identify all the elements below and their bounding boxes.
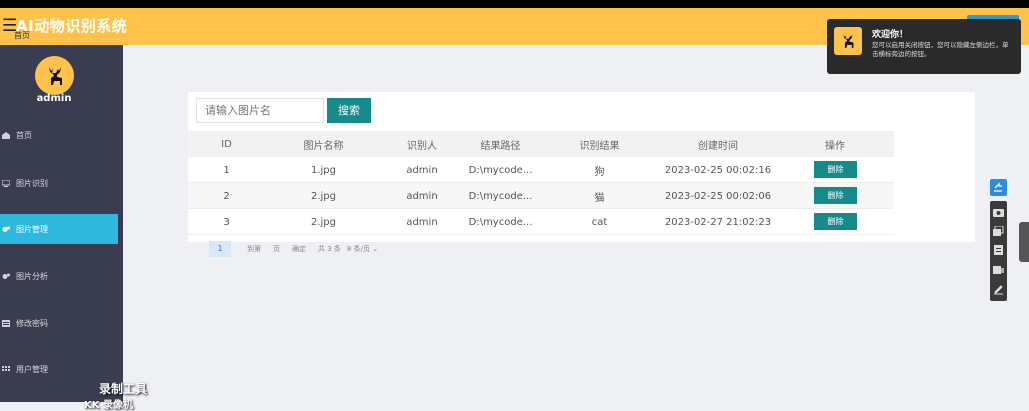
settings-icon [2, 226, 10, 233]
camera-icon[interactable] [990, 203, 1007, 220]
column-header-id: ID [221, 138, 232, 150]
table-row: 1 1.jpg admin D:\mycode... 狗 2023-02-25 … [188, 157, 894, 183]
delete-button[interactable]: 删除 [814, 213, 857, 230]
column-header-name: 图片名称 [303, 140, 344, 152]
pdf-icon[interactable] [990, 241, 1007, 258]
pager-page-label: 页 [273, 244, 280, 253]
grid-icon [2, 365, 10, 373]
edit-icon[interactable] [990, 281, 1007, 298]
sidebar-item-label: 修改密码 [16, 318, 48, 328]
cell-path: D:\mycode... [468, 164, 533, 176]
delete-button[interactable]: 删除 [814, 161, 857, 178]
chevron-down-icon: ⌄ [372, 244, 379, 253]
cell-result: cat [591, 216, 608, 228]
cell-name: 1.jpg [310, 164, 336, 176]
sidebar-item-label: 图片识别 [16, 178, 48, 188]
settings-icon [2, 273, 10, 280]
copy-icon[interactable] [990, 222, 1007, 239]
document-icon[interactable] [990, 261, 1007, 278]
toast-message: 您可以启用关闭按钮，您可以隐藏左侧边栏，单击横标旁边的按钮。 [872, 41, 1009, 58]
sidebar-item-label: 图片分析 [16, 271, 48, 281]
sidebar-item-label: 首页 [16, 130, 32, 140]
cell-name: 2.jpg [310, 216, 336, 228]
sidebar-item-image-management[interactable]: 图片管理 [0, 214, 118, 244]
cell-user: admin [406, 216, 438, 228]
collapse-tab[interactable] [1019, 222, 1029, 262]
column-header-created: 创建时间 [698, 140, 738, 152]
search-input[interactable]: 请输入图片名 [196, 98, 324, 123]
sidebar-item-image-recognition[interactable]: 图片识别 [0, 168, 118, 198]
pagination: 1 到第 页 确定 共 3 条 8 条/页 ⌄ [209, 240, 378, 257]
watermark-text-2: KK 录像机 [84, 400, 133, 411]
pager-confirm-button[interactable]: 确定 [292, 244, 306, 254]
pager-total: 共 3 条 [318, 244, 341, 253]
home-link[interactable]: 首页 [14, 30, 30, 41]
app-title: AI动物识别系统 [16, 17, 128, 35]
column-header-user: 识别人 [407, 140, 437, 152]
table-row: 3 2.jpg admin D:\mycode... cat 2023-02-2… [188, 209, 894, 235]
sidebar-item-label: 用户管理 [16, 364, 48, 374]
sidebar-item-change-password[interactable]: 修改密码 [0, 308, 118, 338]
monitor-icon [1, 179, 11, 187]
home-icon [2, 131, 10, 139]
delete-button[interactable]: 删除 [814, 187, 857, 204]
cell-created: 2023-02-25 00:02:16 [664, 164, 772, 176]
column-header-action: 操作 [825, 140, 845, 152]
cell-id: 3 [223, 216, 230, 228]
cell-path: D:\mycode... [468, 216, 533, 228]
sidebar-username: admin [36, 93, 72, 104]
cell-created: 2023-02-25 00:02:06 [664, 190, 772, 202]
search-button[interactable]: 搜索 [327, 98, 371, 123]
column-header-path: 结果路径 [480, 140, 521, 152]
page-current[interactable]: 1 [209, 240, 231, 257]
watermark-text: 录制工具 [99, 382, 148, 396]
welcome-toast: 欢迎你！ 您可以启用关闭按钮，您可以隐藏左侧边栏，单击横标旁边的按钮。 [827, 19, 1021, 74]
list-icon [2, 319, 10, 327]
cell-name: 2.jpg [310, 190, 336, 202]
cell-user: admin [406, 190, 438, 202]
cell-result: 猫 [594, 192, 605, 204]
deer-icon [35, 56, 74, 95]
toast-title: 欢迎你！ [872, 30, 909, 40]
pager-goto-label: 到第 [247, 244, 261, 253]
share-icon[interactable] [990, 179, 1007, 196]
pager-per-page-select[interactable]: 8 条/页 ⌄ [347, 244, 378, 254]
table-header: ID 图片名称 识别人 结果路径 识别结果 创建时间 操作 [188, 131, 894, 157]
sidebar-item-home[interactable]: 首页 [0, 120, 118, 150]
cell-path: D:\mycode... [468, 190, 533, 202]
sidebar-item-image-analysis[interactable]: 图片分析 [0, 261, 118, 291]
deer-icon [834, 27, 862, 55]
table-row: 2 2.jpg admin D:\mycode... 猫 2023-02-25 … [188, 183, 894, 209]
sidebar-item-label: 图片管理 [16, 224, 48, 234]
column-header-result: 识别结果 [579, 140, 620, 152]
cell-id: 1 [223, 164, 230, 176]
cell-result: 狗 [594, 166, 605, 178]
cell-id: 2 [223, 190, 230, 202]
cell-user: admin [406, 164, 438, 176]
window-top-strip [0, 0, 1029, 8]
cell-created: 2023-02-27 21:02:23 [664, 216, 772, 228]
